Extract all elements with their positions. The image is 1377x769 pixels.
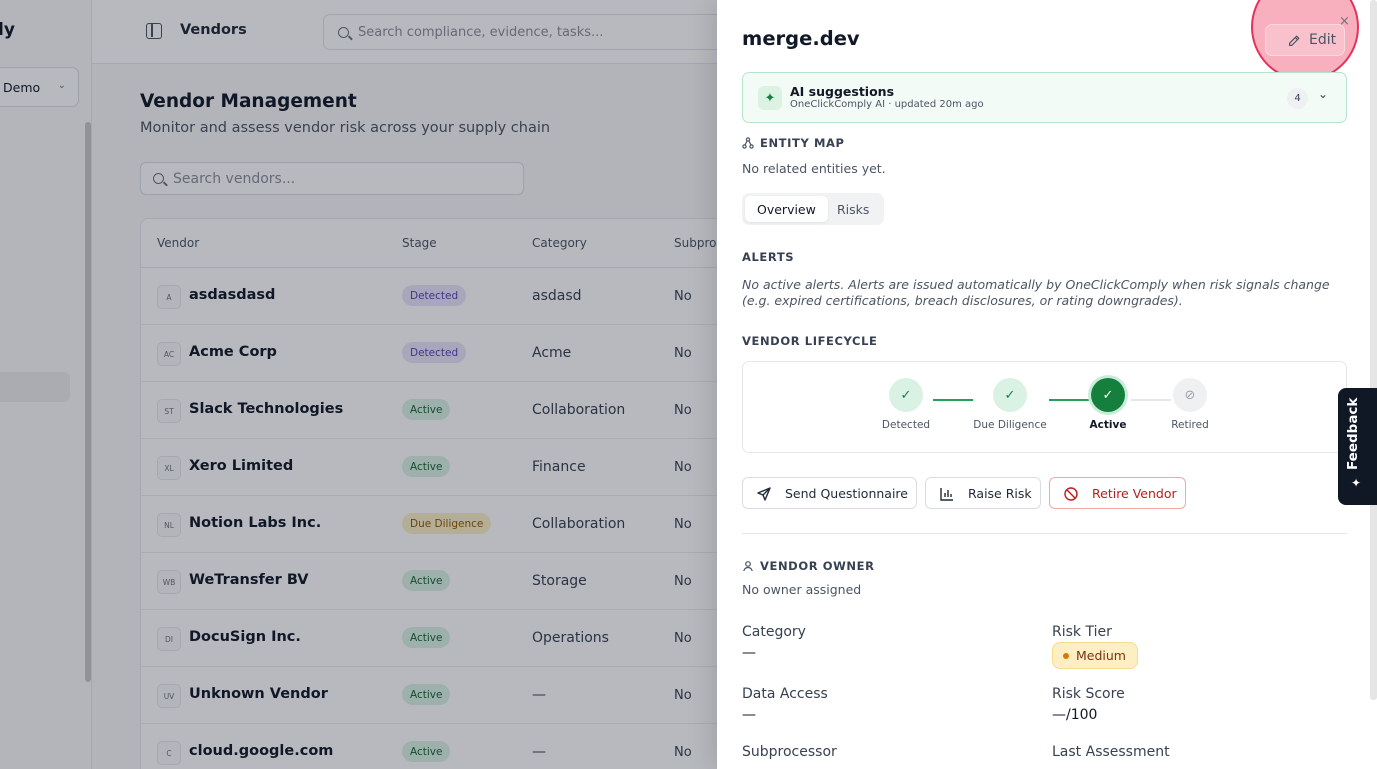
drawer-title: merge.dev: [742, 27, 860, 50]
lifecycle-step-detected[interactable]: ✓: [889, 378, 923, 412]
subprocessor-label: Subprocessor: [742, 744, 837, 760]
data-access-label: Data Access: [742, 686, 828, 702]
lifecycle-label-active: Active: [1089, 419, 1127, 431]
entity-map-label: ENTITY MAP: [742, 136, 845, 150]
alerts-label: ALERTS: [742, 250, 795, 264]
send-icon: [757, 487, 771, 501]
send-questionnaire-label: Send Questionnaire: [785, 485, 908, 501]
risk-tier-label: Risk Tier: [1052, 624, 1112, 640]
raise-risk-button[interactable]: Raise Risk: [925, 477, 1041, 509]
risk-tier-badge: Medium: [1052, 642, 1138, 669]
tab-overview[interactable]: Overview: [745, 196, 828, 222]
category-value: —: [742, 645, 756, 661]
drawer-tabs: Overview Risks: [742, 193, 884, 225]
vendor-detail-drawer: merge.dev Edit × ✦ AI suggestions OneCli…: [717, 0, 1377, 769]
risk-tier-value: Medium: [1076, 648, 1126, 663]
lifecycle-step-active[interactable]: ✓: [1091, 378, 1125, 412]
entity-map-empty: No related entities yet.: [742, 161, 886, 176]
edit-label: Edit: [1309, 32, 1337, 48]
ban-icon: [1064, 487, 1078, 501]
raise-risk-label: Raise Risk: [968, 485, 1032, 501]
section-divider: [742, 533, 1347, 534]
lifecycle-label-retired: Retired: [1171, 419, 1209, 431]
lifecycle-label-due-diligence: Due Diligence: [973, 419, 1047, 431]
feedback-label: Feedback: [1345, 397, 1361, 470]
lifecycle-connector: [1049, 399, 1089, 401]
lifecycle-step-due-diligence[interactable]: ✓: [993, 378, 1027, 412]
ai-suggestions-count: 4: [1287, 88, 1308, 109]
lifecycle-label-detected: Detected: [881, 419, 931, 431]
lifecycle-step-retired[interactable]: ⊘: [1173, 378, 1207, 412]
network-icon: [742, 137, 754, 149]
vendor-lifecycle: ✓ ✓ ✓ ⊘ Detected Due Diligence Active Re…: [742, 361, 1347, 453]
last-assessment-label: Last Assessment: [1052, 744, 1170, 760]
vendor-owner-label: VENDOR OWNER: [742, 559, 875, 573]
lifecycle-label: VENDOR LIFECYCLE: [742, 334, 878, 348]
pencil-icon: [1289, 35, 1300, 46]
ai-suggestions-meta: OneClickComply AI · updated 20m ago: [790, 99, 984, 110]
bar-chart-icon: [940, 488, 953, 501]
close-icon[interactable]: ×: [1339, 14, 1350, 29]
send-questionnaire-button[interactable]: Send Questionnaire: [742, 477, 917, 509]
retire-vendor-label: Retire Vendor: [1092, 485, 1177, 501]
vendor-owner-value: No owner assigned: [742, 582, 862, 597]
ai-suggestions-card[interactable]: ✦ AI suggestions OneClickComply AI · upd…: [742, 72, 1347, 123]
risk-score-value: —/100: [1052, 707, 1098, 723]
risk-score-label: Risk Score: [1052, 686, 1125, 702]
sparkle-icon: ✦: [758, 86, 782, 110]
lifecycle-connector: [1131, 399, 1171, 401]
alerts-empty-text: No active alerts. Alerts are issued auto…: [742, 277, 1330, 308]
user-icon: [743, 561, 753, 572]
status-dot-icon: [1063, 653, 1069, 659]
tab-risks[interactable]: Risks: [825, 196, 881, 222]
category-label: Category: [742, 624, 806, 640]
entity-map-text: ENTITY MAP: [760, 136, 845, 150]
ai-suggestions-title: AI suggestions: [790, 84, 895, 99]
vendor-owner-text: VENDOR OWNER: [760, 559, 875, 573]
sparkle-icon: ✦: [1351, 476, 1362, 490]
drawer-scrollbar[interactable]: [1370, 0, 1377, 700]
lifecycle-connector: [933, 399, 973, 401]
retire-vendor-button[interactable]: Retire Vendor: [1049, 477, 1186, 509]
feedback-button[interactable]: Feedback ✦: [1338, 388, 1377, 505]
chevron-down-icon[interactable]: ⌄: [1318, 87, 1328, 101]
edit-button[interactable]: Edit: [1265, 24, 1345, 56]
data-access-value: —: [742, 707, 756, 723]
